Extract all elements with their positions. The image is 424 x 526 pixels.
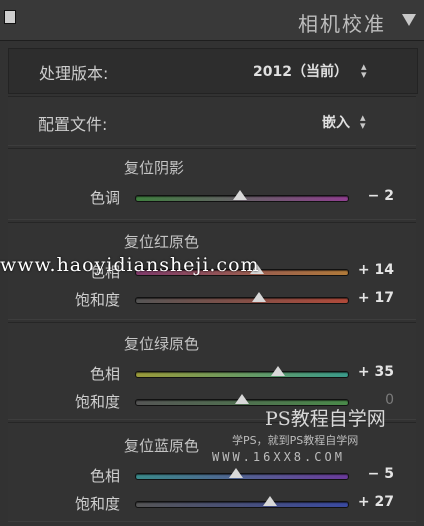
reset-green-primary-button[interactable]: 复位绿原色 [124, 333, 199, 354]
process-version-row[interactable]: 处理版本: 2012（当前） ▴ ▾ [8, 48, 418, 94]
watermark-subtitle: 学PS，就到PS教程自学网 [232, 434, 359, 447]
slider-thumb[interactable] [251, 292, 266, 302]
reset-shadows-button[interactable]: 复位阴影 [124, 157, 184, 178]
blue-saturation-slider[interactable] [135, 501, 349, 508]
red-saturation-value[interactable]: + 17 [344, 290, 394, 306]
red-hue-value[interactable]: + 14 [344, 262, 394, 278]
shadows-group: 复位阴影 色调 − 2 [8, 148, 416, 220]
updown-arrows-icon[interactable]: ▴ ▾ [361, 61, 367, 80]
slider-thumb[interactable] [235, 394, 249, 404]
shadows-tint-value[interactable]: − 2 [344, 188, 394, 204]
reset-red-primary-button[interactable]: 复位红原色 [124, 231, 199, 252]
process-version-label: 处理版本: [39, 64, 109, 83]
blue-saturation-label: 饱和度 [74, 495, 120, 513]
watermark-site: WWW.16XX8.COM [212, 450, 345, 464]
collapse-triangle-icon[interactable] [402, 14, 416, 26]
red-saturation-label: 饱和度 [74, 291, 120, 309]
slider-thumb[interactable] [232, 190, 247, 200]
blue-hue-label: 色相 [89, 467, 120, 485]
panel-toggle-icon[interactable] [4, 10, 16, 24]
blue-saturation-value[interactable]: + 27 [344, 494, 394, 510]
panel-title: 相机校准 [298, 12, 386, 36]
watermark-logo: PS教程自学网 [265, 408, 386, 430]
green-hue-value[interactable]: + 35 [344, 364, 394, 380]
slider-thumb[interactable] [228, 468, 243, 478]
profile-value[interactable]: 嵌入 [322, 112, 350, 132]
green-hue-slider[interactable] [135, 371, 349, 378]
red-saturation-slider[interactable] [135, 297, 349, 304]
green-saturation-label: 饱和度 [74, 393, 120, 411]
panel-header[interactable]: 相机校准 [0, 0, 424, 41]
camera-calibration-panel: 相机校准 处理版本: 2012（当前） ▴ ▾ 配置文件: 嵌入 ▴ ▾ 复位阴影 … [0, 0, 424, 526]
profile-label: 配置文件: [38, 115, 108, 134]
slider-thumb[interactable] [271, 366, 286, 376]
updown-arrows-icon[interactable]: ▴ ▾ [360, 112, 366, 131]
profile-row[interactable]: 配置文件: 嵌入 ▴ ▾ [8, 96, 416, 146]
green-hue-label: 色相 [89, 365, 120, 383]
blue-hue-value[interactable]: − 5 [344, 466, 394, 482]
slider-thumb[interactable] [262, 496, 277, 506]
reset-blue-primary-button[interactable]: 复位蓝原色 [124, 435, 199, 456]
process-version-value[interactable]: 2012（当前） [253, 61, 348, 81]
shadows-tint-label: 色调 [89, 189, 120, 207]
watermark-url: www.haoyidiansheji.com [0, 254, 260, 276]
